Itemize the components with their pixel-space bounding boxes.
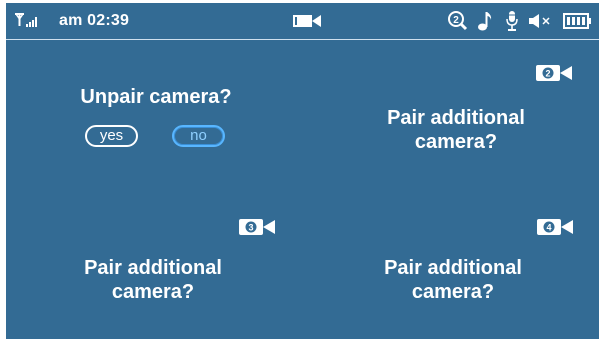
camera-2-badge: 2 xyxy=(536,65,573,86)
camera-4-number: 4 xyxy=(546,223,551,233)
camera-2-icon: 2 xyxy=(536,65,572,81)
camera-3-badge: 3 xyxy=(239,219,276,240)
pair-camera-4-line2: camera? xyxy=(411,281,495,303)
camera-4-badge: 4 xyxy=(537,219,574,240)
camera-2-number: 2 xyxy=(545,69,550,79)
camera-3-icon: 3 xyxy=(239,219,275,235)
pair-camera-3-title[interactable]: Pair additional camera? xyxy=(53,256,253,304)
music-note-icon xyxy=(478,12,492,31)
pair-camera-4-line1: Pair additional xyxy=(384,257,522,279)
no-button[interactable]: no xyxy=(172,125,225,147)
pair-camera-4-title[interactable]: Pair additional camera? xyxy=(353,256,553,304)
speaker-muted-icon xyxy=(529,14,550,28)
pair-camera-2-line2: camera? xyxy=(414,131,498,153)
status-time: am 02:39 xyxy=(59,12,130,29)
microphone-icon xyxy=(506,11,518,31)
status-bar: am 02:39 2 xyxy=(6,3,599,40)
yes-button[interactable]: yes xyxy=(85,125,138,147)
zoom-2-icon: 2 xyxy=(448,11,468,31)
camera-3-number: 3 xyxy=(248,223,253,233)
pair-camera-3-line2: camera? xyxy=(111,281,195,303)
pair-camera-2-line1: Pair additional xyxy=(387,107,525,129)
camera-4-icon: 4 xyxy=(537,219,573,235)
video-camera-icon xyxy=(293,15,321,27)
unpair-camera-title: Unpair camera? xyxy=(80,86,232,108)
camera-monitor-screen: am 02:39 2 Unpair camera? yes no 2 Pair … xyxy=(6,3,599,339)
battery-icon xyxy=(563,13,591,29)
pair-camera-3-line1: Pair additional xyxy=(84,257,222,279)
zoom-digit: 2 xyxy=(453,15,459,26)
signal-icon xyxy=(15,13,37,27)
pair-camera-2-title[interactable]: Pair additional camera? xyxy=(356,106,556,154)
